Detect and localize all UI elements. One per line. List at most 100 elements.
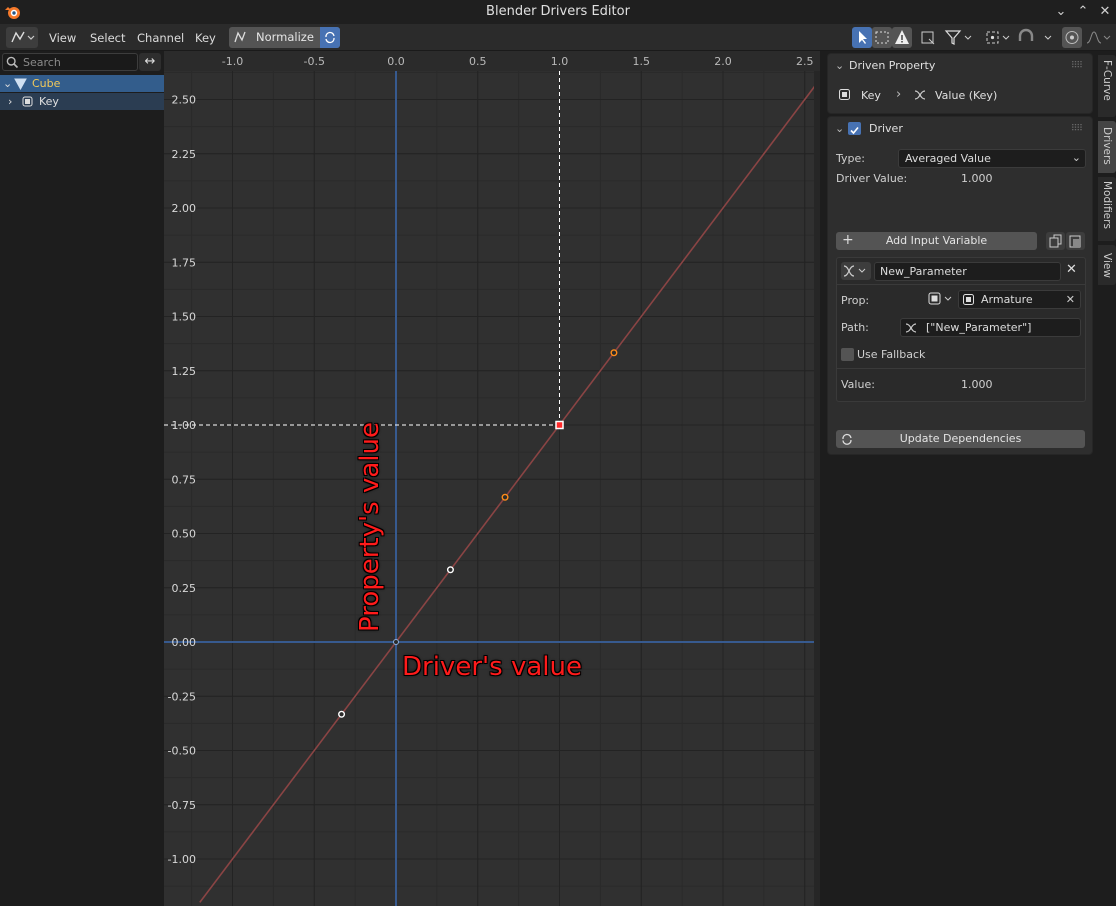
channel-label: Key bbox=[39, 95, 59, 108]
refresh-icon bbox=[842, 433, 852, 445]
menu-channel[interactable]: Channel bbox=[131, 28, 190, 48]
driven-property-header[interactable]: ⌄ Driven Property ⠿⠿ bbox=[828, 54, 1092, 78]
id-type-dropdown[interactable] bbox=[926, 290, 956, 309]
keyframe-point bbox=[555, 420, 564, 430]
collapse-chevron-icon[interactable]: ⌄ bbox=[3, 75, 12, 92]
y-tick-label: 0.75 bbox=[172, 473, 197, 486]
paste-icon bbox=[1069, 235, 1081, 248]
tab-f-curve[interactable]: F-Curve bbox=[1098, 55, 1116, 117]
expand-chevron-icon[interactable]: › bbox=[8, 93, 12, 110]
filter-dropdown[interactable] bbox=[943, 27, 975, 48]
show-hidden-toggle[interactable] bbox=[872, 27, 892, 48]
drag-grip-icon[interactable]: ⠿⠿ bbox=[1071, 117, 1083, 141]
path-field[interactable]: ["New_Parameter"] bbox=[900, 318, 1081, 337]
graph-svg[interactable]: -1.0 -0.5 0.0 0.5 1.0 1.5 2.0 2.5 2.50 2.25 2.00 1.… bbox=[164, 51, 820, 906]
channel-row-cube[interactable]: ⌄ Cube bbox=[0, 75, 164, 92]
panel-title: Driven Property bbox=[849, 59, 936, 72]
tab-drivers[interactable]: Drivers bbox=[1098, 121, 1116, 173]
variable-value: 1.000 bbox=[961, 378, 993, 391]
update-dependencies-button[interactable]: Update Dependencies bbox=[836, 430, 1085, 448]
pivot-point-dropdown[interactable] bbox=[983, 27, 1013, 48]
x-tick-label: -1.0 bbox=[222, 55, 243, 68]
prop-label: Prop: bbox=[841, 294, 870, 307]
editor-type-dropdown[interactable] bbox=[6, 27, 38, 48]
f-curve bbox=[199, 77, 820, 903]
driver-enabled-checkbox[interactable] bbox=[848, 122, 861, 135]
driver-panel: ⌄ Driver ⠿⠿ Type: Averaged Value ⌄ Drive… bbox=[827, 116, 1093, 455]
auto-normalize-button[interactable] bbox=[320, 27, 340, 48]
proportional-edit-toggle[interactable] bbox=[1062, 27, 1082, 48]
menu-key[interactable]: Key bbox=[189, 28, 222, 48]
x-tick-label: 1.0 bbox=[551, 55, 569, 68]
path-label: Path: bbox=[841, 321, 869, 334]
driver-type-dropdown[interactable]: Averaged Value ⌄ bbox=[898, 149, 1086, 168]
close-window-icon[interactable]: ✕ bbox=[1094, 2, 1116, 22]
maximize-icon[interactable]: ⌃ bbox=[1072, 2, 1094, 22]
copy-variables-button[interactable] bbox=[1046, 232, 1065, 250]
title-bar: Blender Drivers Editor ⌄ ⌃ ✕ bbox=[0, 0, 1116, 24]
shape-key-icon bbox=[22, 96, 33, 107]
variable-value-label: Value: bbox=[841, 378, 875, 391]
driver-value-annotation: Driver's value bbox=[402, 652, 582, 682]
only-selected-toggle[interactable] bbox=[852, 27, 872, 48]
use-fallback-label: Use Fallback bbox=[857, 348, 926, 361]
channel-label: Cube bbox=[32, 77, 61, 90]
x-tick-label: 1.5 bbox=[633, 55, 651, 68]
proportional-icon bbox=[1065, 31, 1079, 44]
use-fallback-checkbox[interactable] bbox=[841, 348, 854, 361]
variable-name-field[interactable]: New_Parameter bbox=[874, 262, 1061, 281]
channel-region: ↔ ⌄ Cube › Key bbox=[0, 51, 164, 906]
variable-name: New_Parameter bbox=[880, 265, 967, 278]
add-input-variable-button[interactable]: + Add Input Variable bbox=[836, 232, 1037, 250]
normalize-toggle[interactable]: Normalize bbox=[229, 27, 340, 48]
channel-row-key[interactable]: › Key bbox=[0, 93, 164, 110]
y-tick-label: -1.00 bbox=[168, 853, 196, 866]
path-separator-icon: › bbox=[896, 87, 902, 102]
property-value-annotation: Property's value bbox=[355, 422, 385, 632]
only-errors-toggle[interactable] bbox=[892, 27, 912, 48]
channel-search[interactable] bbox=[2, 53, 138, 71]
frame-icon bbox=[921, 31, 935, 45]
variable-type-dropdown[interactable] bbox=[841, 262, 871, 280]
tab-label: F-Curve bbox=[1101, 60, 1113, 101]
view-all-button[interactable] bbox=[917, 27, 939, 48]
keyframe-point bbox=[610, 349, 618, 357]
snapping-dropdown[interactable] bbox=[1015, 27, 1055, 48]
magnet-icon bbox=[1018, 28, 1052, 41]
x-tick-label: -0.5 bbox=[304, 55, 325, 68]
add-variable-label: Add Input Variable bbox=[885, 234, 988, 247]
menu-view[interactable]: View bbox=[43, 28, 82, 48]
driver-type-value: Averaged Value bbox=[905, 152, 991, 165]
tab-view[interactable]: View bbox=[1098, 245, 1116, 285]
graph-editor-icon bbox=[11, 31, 35, 43]
y-tick-label: -0.50 bbox=[168, 745, 196, 758]
menu-select[interactable]: Select bbox=[84, 28, 131, 48]
panel-collapse-icon[interactable]: ⌄ bbox=[835, 117, 844, 141]
flip-filter-arrows-icon[interactable]: ↔ bbox=[139, 53, 161, 71]
y-tick-label: 1.00 bbox=[172, 419, 197, 432]
drag-grip-icon[interactable]: ⠿⠿ bbox=[1071, 54, 1083, 78]
plus-icon: + bbox=[842, 232, 854, 248]
driver-value-label: Driver Value: bbox=[836, 172, 908, 185]
falloff-dropdown[interactable] bbox=[1084, 27, 1112, 48]
pivot-icon bbox=[986, 31, 1010, 44]
driver-header[interactable]: ⌄ Driver ⠿⠿ bbox=[828, 117, 1092, 141]
type-label: Type: bbox=[836, 152, 865, 165]
editor-header: View Select Channel Key Normalize bbox=[0, 24, 1116, 51]
tab-modifiers[interactable]: Modifiers bbox=[1098, 177, 1116, 241]
object-icon bbox=[928, 292, 952, 305]
prop-object-field[interactable]: Armature ✕ bbox=[958, 290, 1081, 309]
mesh-triangle-icon bbox=[14, 78, 27, 90]
copy-icon bbox=[1049, 234, 1062, 248]
paste-variables-button[interactable] bbox=[1066, 232, 1085, 250]
remove-variable-icon[interactable]: ✕ bbox=[1066, 262, 1077, 277]
y-tick-label: 2.25 bbox=[172, 148, 197, 161]
graph-canvas[interactable]: -1.0 -0.5 0.0 0.5 1.0 1.5 2.0 2.5 2.50 2.25 2.00 1.… bbox=[164, 51, 820, 906]
search-input[interactable] bbox=[23, 55, 133, 69]
falloff-curve-icon bbox=[1086, 31, 1111, 44]
collapse-icon[interactable]: ⌄ bbox=[1050, 2, 1072, 22]
clear-icon[interactable]: ✕ bbox=[1066, 291, 1075, 308]
panel-collapse-icon[interactable]: ⌄ bbox=[835, 54, 844, 78]
tab-label: Drivers bbox=[1101, 127, 1113, 165]
y-tick-label: 2.50 bbox=[172, 94, 197, 107]
